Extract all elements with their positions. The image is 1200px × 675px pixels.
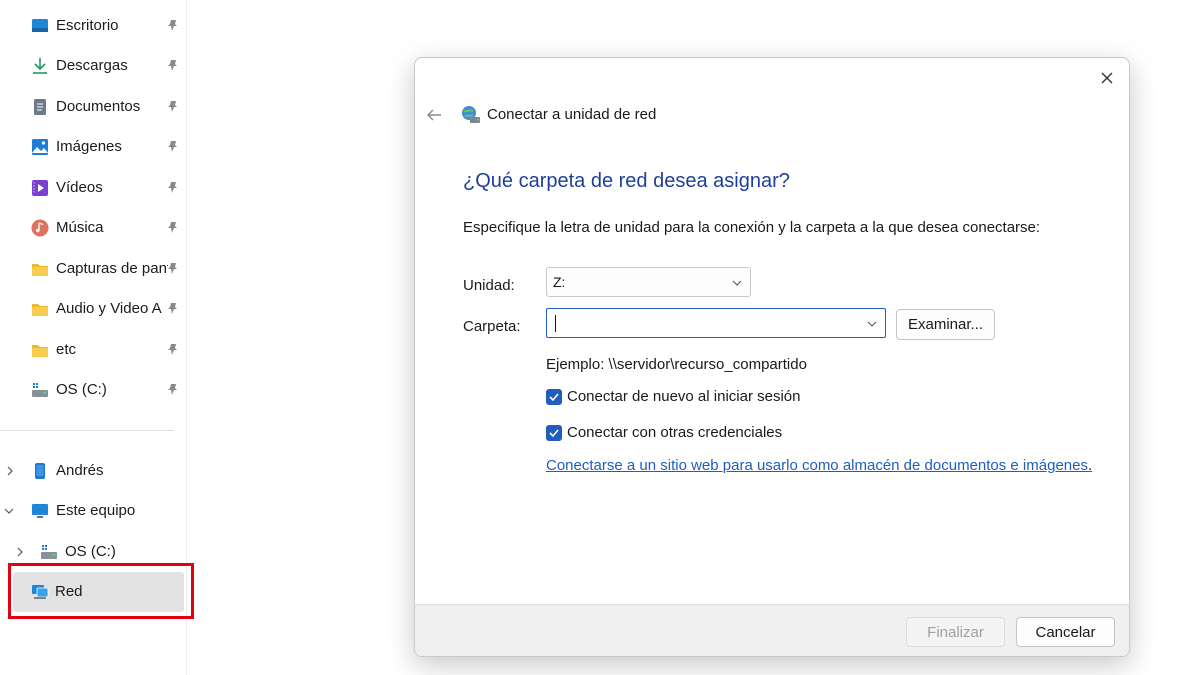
text-caret — [555, 315, 556, 332]
pin-icon — [168, 182, 177, 193]
dialog-title: Conectar a unidad de red — [487, 106, 657, 123]
link-period: . — [1087, 457, 1093, 474]
website-storage-link[interactable]: Conectarse a un sitio web para usarlo co… — [546, 457, 1088, 474]
dialog-footer: Finalizar Cancelar — [415, 604, 1129, 656]
chevron-right-icon[interactable] — [15, 547, 25, 557]
folder-example: Ejemplo: \\servidor\recurso_compartido — [546, 356, 807, 373]
highlight-box — [8, 563, 194, 619]
nav-item-label: Música — [56, 219, 104, 236]
network-drive-icon — [462, 106, 480, 123]
nav-item-label: OS (C:) — [56, 381, 107, 398]
checkmark-icon — [549, 393, 559, 402]
map-network-drive-dialog: Conectar a unidad de red ¿Qué carpeta de… — [414, 57, 1130, 657]
nav-item-etc[interactable]: etc — [0, 332, 186, 368]
checkbox-checked[interactable] — [546, 425, 562, 441]
pin-icon — [168, 20, 177, 31]
folder-icon — [32, 345, 48, 357]
nav-item-videos[interactable]: Vídeos — [0, 170, 186, 206]
close-icon[interactable] — [1097, 68, 1117, 88]
document-icon — [34, 99, 46, 115]
pin-icon — [168, 303, 177, 314]
folder-icon — [32, 264, 48, 276]
nav-item-os-c[interactable]: OS (C:) — [0, 372, 186, 408]
pin-icon — [168, 60, 177, 71]
pin-icon — [168, 222, 177, 233]
drive-icon — [41, 545, 57, 559]
checkbox-checked[interactable] — [546, 389, 562, 405]
desktop-icon — [32, 19, 48, 32]
dialog-heading: ¿Qué carpeta de red desea asignar? — [463, 170, 790, 192]
nav-item-label: OS (C:) — [65, 543, 116, 560]
nav-item-label: Este equipo — [56, 502, 136, 519]
pin-icon — [168, 101, 177, 112]
folder-icon — [32, 304, 48, 316]
nav-item-label: Descargas — [56, 57, 128, 74]
nav-item-andres[interactable]: Andrés — [0, 453, 186, 489]
phone-icon — [35, 463, 45, 479]
sidebar-divider — [0, 430, 174, 431]
folder-label: Carpeta: — [463, 318, 521, 335]
download-icon — [33, 58, 47, 74]
chevron-down-icon — [732, 280, 742, 286]
finish-button[interactable]: Finalizar — [906, 617, 1005, 647]
pin-icon — [168, 344, 177, 355]
checkbox-label: Conectar de nuevo al iniciar sesión — [567, 388, 801, 405]
folder-input[interactable] — [557, 313, 861, 335]
music-icon — [31, 219, 49, 237]
browse-button[interactable]: Examinar... — [896, 309, 995, 340]
pin-icon — [168, 384, 177, 395]
cancel-button[interactable]: Cancelar — [1016, 617, 1115, 647]
nav-item-label: Audio y Video A — [56, 300, 162, 317]
videos-icon — [32, 180, 48, 196]
nav-item-audio-video[interactable]: Audio y Video A — [0, 291, 186, 327]
nav-item-capturas[interactable]: Capturas de pantalla — [0, 251, 186, 287]
nav-item-imagenes[interactable]: Imágenes — [0, 129, 186, 165]
nav-item-documentos[interactable]: Documentos — [0, 89, 186, 125]
nav-item-descargas[interactable]: Descargas — [0, 48, 186, 84]
nav-item-label: Vídeos — [56, 179, 103, 196]
drive-icon — [32, 383, 48, 397]
nav-item-escritorio[interactable]: Escritorio — [0, 8, 186, 44]
navigation-pane: Escritorio Descargas Documentos Imágenes… — [0, 0, 194, 675]
chevron-down-icon[interactable] — [4, 506, 14, 516]
chevron-down-icon[interactable] — [867, 319, 877, 329]
nav-item-label: Capturas de pantalla — [56, 260, 168, 277]
checkmark-icon — [549, 429, 559, 438]
drive-letter-value: Z: — [553, 274, 566, 290]
website-link-row: Conectarse a un sitio web para usarlo co… — [546, 457, 1092, 474]
pin-icon — [168, 263, 177, 274]
nav-item-musica[interactable]: Música — [0, 210, 186, 246]
chevron-right-icon[interactable] — [5, 466, 15, 476]
dialog-description: Especifique la letra de unidad para la c… — [463, 219, 1041, 236]
pictures-icon — [32, 139, 48, 155]
back-arrow-icon[interactable] — [425, 106, 443, 124]
nav-item-label: Imágenes — [56, 138, 122, 155]
nav-item-label: etc — [56, 341, 77, 358]
drive-letter-select[interactable]: Z: — [546, 267, 751, 297]
folder-combobox[interactable] — [546, 308, 886, 338]
nav-item-label: Documentos — [56, 98, 141, 115]
nav-item-este-equipo[interactable]: Este equipo — [0, 493, 186, 529]
nav-item-label: Andrés — [56, 462, 104, 479]
drive-label: Unidad: — [463, 277, 515, 294]
nav-item-label: Escritorio — [56, 17, 119, 34]
pin-icon — [168, 141, 177, 152]
computer-icon — [32, 504, 48, 518]
checkbox-label: Conectar con otras credenciales — [567, 424, 783, 441]
